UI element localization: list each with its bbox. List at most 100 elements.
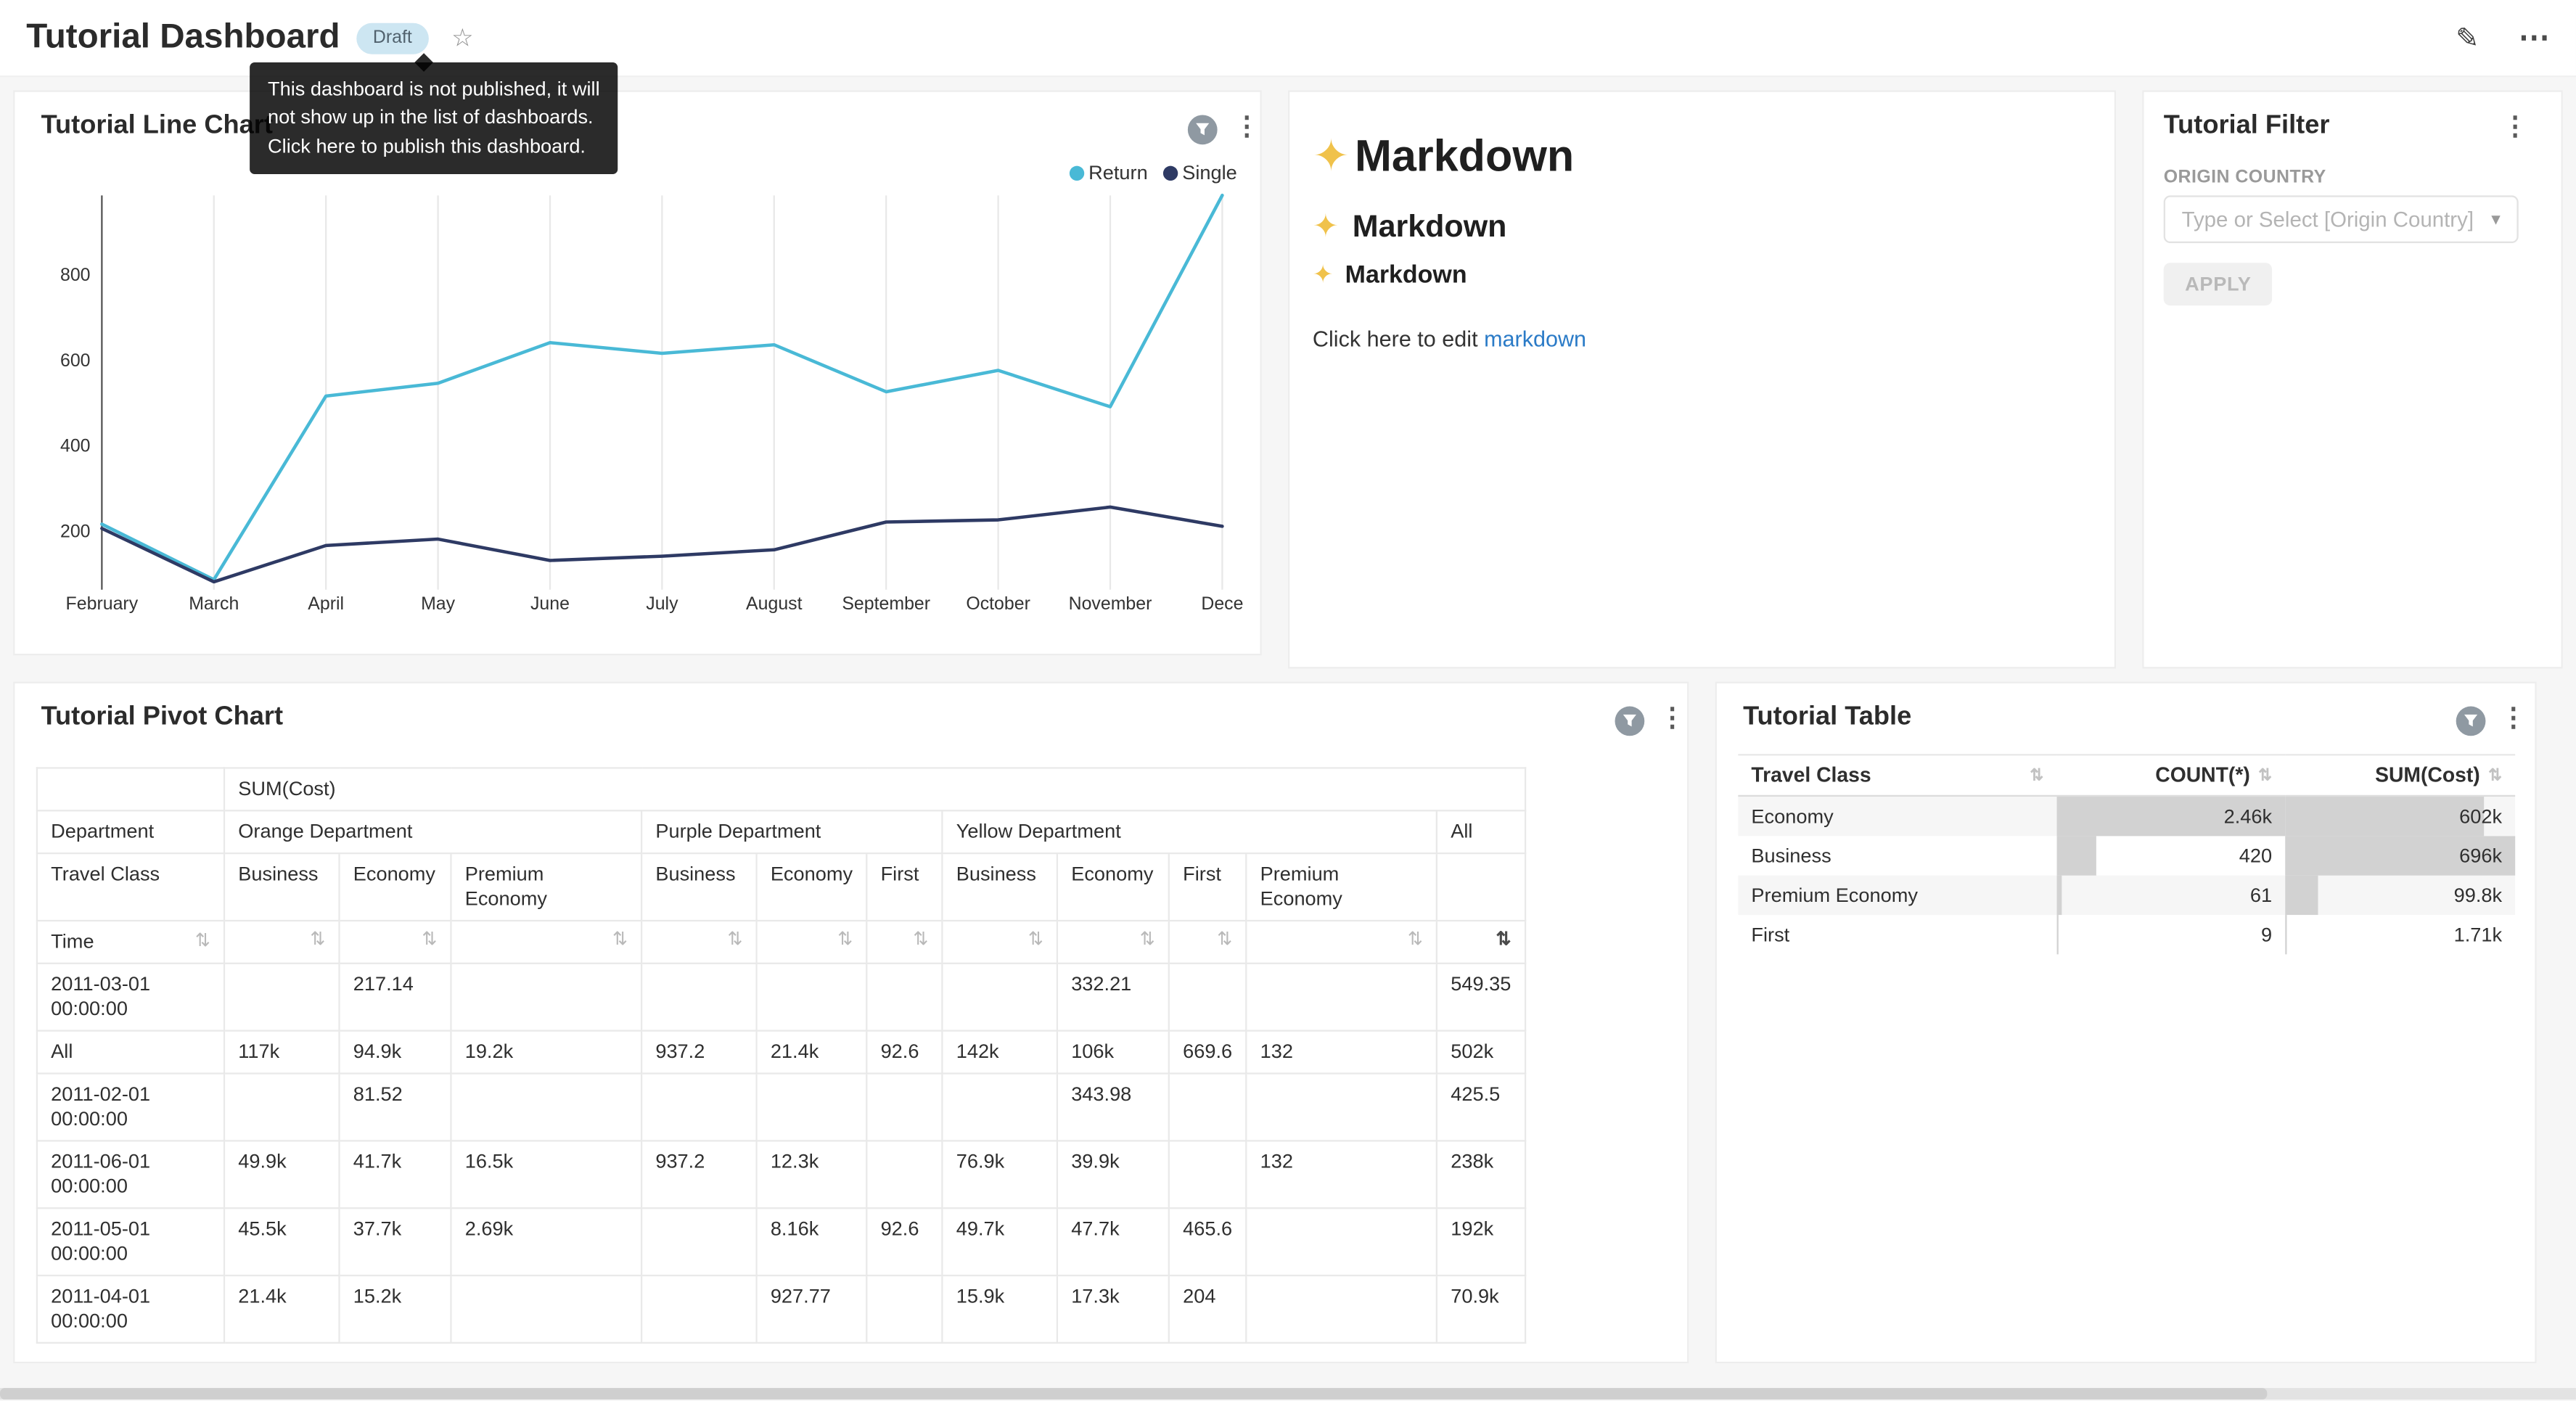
sort-icon[interactable]: ⇅ [1140,929,1155,952]
line-chart[interactable]: 200400600800FebruaryMarchAprilMayJuneJul… [15,174,1263,626]
pivot-value-cell: 669.6 [1169,1031,1246,1074]
pivot-dept-header: Yellow Department [942,810,1437,853]
sum-bar [2285,875,2318,914]
chart-more-icon[interactable]: ⋮ [1234,113,1260,143]
pivot-value-cell: 92.6 [866,1031,942,1074]
pivot-value-cell: 49.9k [224,1141,339,1208]
pivot-sort-cell: ⇅ [757,921,867,964]
filter-indicator-icon[interactable] [2456,707,2486,736]
pivot-row: 2011-04-01 00:00:0021.4k15.2k927.7715.9k… [37,1275,1525,1343]
pivot-sort-cell: ⇅ [451,921,641,964]
sort-icon[interactable]: ⇅ [422,929,437,952]
pivot-sort-cell: ⇅ [1437,921,1525,964]
more-menu-icon[interactable]: ⋯ [2519,20,2550,57]
pivot-value-cell [641,1208,756,1275]
pivot-value-cell: 343.98 [1057,1074,1169,1141]
pivot-value-cell: 39.9k [1057,1141,1169,1208]
pivot-all-header: All [1437,810,1525,853]
horizontal-scrollbar[interactable] [0,1388,2576,1400]
origin-country-select[interactable]: Type or Select [Origin Country] ▾ [2164,195,2519,243]
svg-text:June: June [530,593,570,614]
sort-icon[interactable]: ⇅ [310,929,325,952]
pivot-value-cell [1246,1074,1437,1141]
sort-icon[interactable]: ⇅ [612,929,628,952]
markdown-h2: ✦ Markdown [1313,209,1507,247]
pivot-row: All117k94.9k19.2k937.221.4k92.6142k106k6… [37,1031,1525,1074]
tooltip-line: This dashboard is not published, it will [268,75,600,104]
pivot-value-cell: 21.4k [757,1031,867,1074]
table-row: First91.71k [1738,914,2515,953]
pivot-value-cell: 70.9k [1437,1275,1525,1343]
markdown-edit-link[interactable]: markdown [1484,327,1586,352]
pivot-value-cell [451,1275,641,1343]
pivot-chart-title: Tutorial Pivot Chart [41,703,283,733]
pivot-value-cell: 41.7k [340,1141,451,1208]
pivot-value-cell: 117k [224,1031,339,1074]
markdown-card[interactable]: ✦Markdown ✦ Markdown ✦ Markdown Click he… [1288,91,2116,669]
pivot-value-cell: 2.69k [451,1208,641,1275]
pivot-value-cell [641,964,756,1031]
sparkles-icon: ✦ [1313,131,1350,181]
table-more-icon[interactable]: ⋮ [2501,704,2527,734]
pivot-row: 2011-03-01 00:00:00217.14332.21549.35 [37,964,1525,1031]
pivot-value-cell: 16.5k [451,1141,641,1208]
pivot-sort-cell: ⇅ [224,921,339,964]
pivot-class-label: Travel Class [37,853,224,921]
svg-text:February: February [66,593,139,614]
page-title: Tutorial Dashboard [26,18,340,57]
sort-icon[interactable]: ⇅ [837,929,853,952]
draft-badge[interactable]: Draft [356,22,428,54]
pivot-row-label: 2011-02-01 00:00:00 [37,1074,224,1141]
pivot-value-cell: 15.9k [942,1275,1057,1343]
pivot-row-label: 2011-05-01 00:00:00 [37,1208,224,1275]
pivot-class-header: Economy [340,853,451,921]
apply-button[interactable]: APPLY [2164,263,2273,305]
count-cell: 420 [2057,835,2286,874]
markdown-h3: ✦ Markdown [1313,260,1467,289]
sort-icon[interactable]: ⇅ [727,929,742,952]
sum-cell: 602k [2285,796,2515,835]
pivot-value-cell: 49.7k [942,1208,1057,1275]
edit-pencil-icon[interactable]: ✎ [2456,22,2479,55]
origin-country-label: ORIGIN COUNTRY [2164,168,2326,187]
filter-indicator-icon[interactable] [1615,707,1645,736]
sort-desc-icon[interactable]: ⇅ [1496,929,1511,952]
favorite-star-icon[interactable]: ☆ [451,23,473,53]
svg-text:400: 400 [60,436,91,456]
sort-icon[interactable]: ⇅ [1028,929,1043,952]
filter-indicator-icon[interactable] [1188,115,1218,144]
pivot-value-cell [451,964,641,1031]
sparkles-icon: ✦ [1313,210,1339,245]
pivot-dept-header: Purple Department [641,810,942,853]
pivot-value-cell [1169,964,1246,1031]
column-header-count[interactable]: COUNT(*)⇅ [2057,755,2286,796]
svg-text:May: May [421,593,456,614]
sparkles-icon: ✦ [1313,261,1333,289]
filter-card-title: Tutorial Filter [2164,112,2330,141]
pivot-time-label: Time [51,929,94,954]
svg-text:April: April [308,593,344,614]
markdown-paragraph: Click here to edit markdown [1313,327,1586,352]
scrollbar-thumb[interactable] [0,1388,2267,1400]
pivot-class-header: Business [641,853,756,921]
pivot-value-cell [757,964,867,1031]
pivot-more-icon[interactable]: ⋮ [1660,704,1686,734]
pivot-chart-card: Tutorial Pivot Chart ⋮ SUM(Cost)Departme… [13,682,1689,1364]
column-header-sum-cost[interactable]: SUM(Cost)⇅ [2285,755,2515,796]
pivot-value-cell [866,964,942,1031]
count-bar [2057,914,2058,953]
publish-tooltip[interactable]: This dashboard is not published, it will… [250,62,618,174]
line-chart-card: Tutorial Line Chart ⋮ ReturnSingle 20040… [13,91,1262,656]
pivot-value-cell: 192k [1437,1208,1525,1275]
pivot-dept-label: Department [37,810,224,853]
sort-icon: ⇅ [2030,766,2043,784]
sort-icon[interactable]: ⇅ [195,931,210,953]
sort-icon[interactable]: ⇅ [913,929,928,952]
column-header-travel-class[interactable]: Travel Class⇅ [1738,755,2056,796]
svg-text:Dece: Dece [1201,593,1243,614]
sort-icon[interactable]: ⇅ [1408,929,1423,952]
pivot-value-cell: 17.3k [1057,1275,1169,1343]
sort-icon[interactable]: ⇅ [1217,929,1232,952]
pivot-value-cell: 45.5k [224,1208,339,1275]
filter-more-icon[interactable]: ⋮ [2502,113,2528,143]
